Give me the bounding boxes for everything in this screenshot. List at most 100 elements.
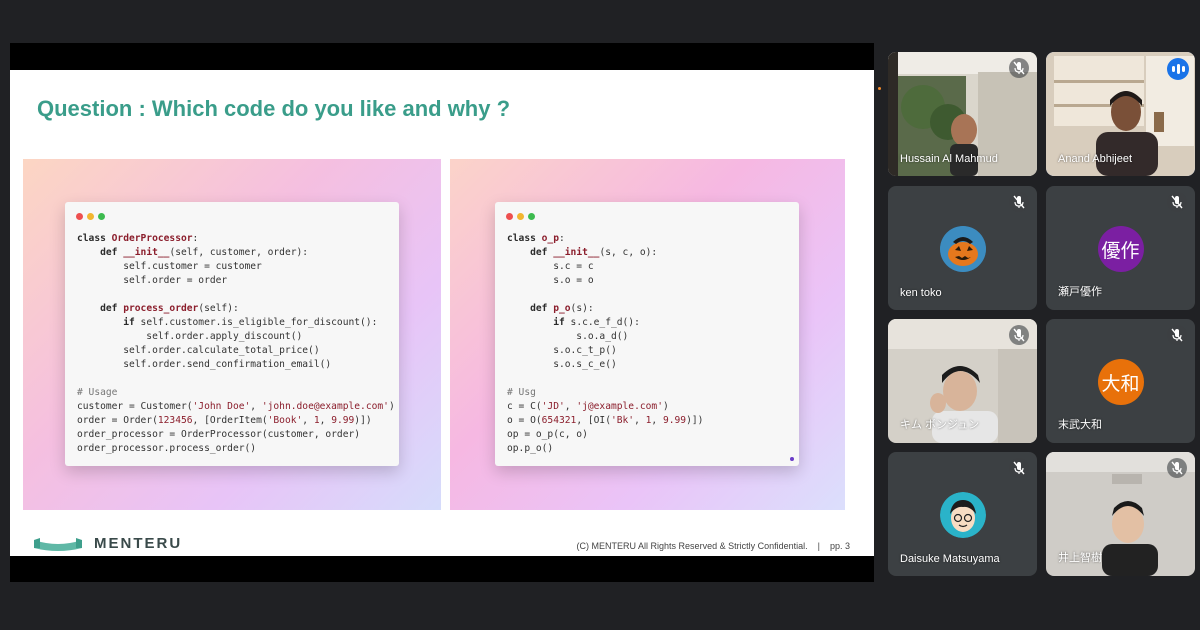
code-token: p_o — [553, 303, 571, 314]
code-panel-left: class OrderProcessor: def __init__(self,… — [23, 159, 441, 510]
code-token: ) — [662, 401, 669, 412]
code-token: self.order.send_confirmation_email() — [77, 359, 332, 370]
code-token: process_order — [123, 303, 199, 314]
code-token: , — [302, 415, 314, 426]
code-token: order_processor.process_order() — [77, 443, 257, 454]
code-token: , — [634, 415, 646, 426]
participant-name: 瀬戸優作 — [1058, 286, 1102, 298]
mic-off-icon — [1013, 461, 1025, 475]
code-line: order = Order(123456, [OrderItem('Book',… — [77, 414, 395, 428]
participant-tile-ken[interactable]: ken toko — [888, 186, 1037, 310]
minimize-dot-icon — [87, 213, 94, 220]
mic-off-icon — [1013, 61, 1025, 75]
code-token: if — [507, 317, 571, 328]
code-token: s.o.a_d() — [507, 331, 629, 342]
participant-name: 井上智樹 — [1058, 552, 1102, 564]
code-line: if s.c.e_f_d(): — [507, 316, 703, 330]
logo-text: MENTERU — [94, 535, 183, 552]
code-line: # Usg — [507, 386, 703, 400]
code-token: , [OI( — [576, 415, 611, 426]
code-token: __init__ — [553, 247, 600, 258]
code-line: def process_order(self): — [77, 302, 395, 316]
maximize-dot-icon — [98, 213, 105, 220]
code-line: op.p_o() — [507, 442, 703, 456]
code-token: # Usg — [507, 387, 536, 398]
participant-tile-daisuke[interactable]: Daisuke Matsuyama — [888, 452, 1037, 576]
code-token: 'JD' — [541, 401, 565, 412]
code-token: o = O( — [507, 415, 542, 426]
code-token: (s, c, o): — [599, 247, 658, 258]
code-line: customer = Customer('John Doe', 'john.do… — [77, 400, 395, 414]
code-line: s.c = c — [507, 260, 703, 274]
menteru-logo-icon — [34, 537, 82, 551]
code-line: if self.customer.is_eligible_for_discoun… — [77, 316, 395, 330]
close-dot-icon — [506, 213, 513, 220]
code-token: if — [77, 317, 141, 328]
participant-tile-anand[interactable]: Anand Abhijeet — [1046, 52, 1195, 176]
code-token: class — [507, 233, 542, 244]
code-line: def p_o(s): — [507, 302, 703, 316]
mic-off-icon — [1013, 195, 1025, 209]
code-token: 'john.doe@example.com' — [261, 401, 389, 412]
code-token: op = o_p(c, o) — [507, 429, 588, 440]
code-token: def — [507, 247, 554, 258]
slide-footer: (C) MENTERU All Rights Reserved & Strict… — [577, 541, 850, 551]
participant-tile-inoue[interactable]: 井上智樹 — [1046, 452, 1195, 576]
code-line: o = O(654321, [OI('Bk', 1, 9.99)]) — [507, 414, 703, 428]
code-token: s.c.e_f_d(): — [570, 317, 640, 328]
participant-name: Anand Abhijeet — [1058, 153, 1133, 165]
code-panel-right: class o_p: def __init__(s, c, o): s.c = … — [450, 159, 845, 510]
code-token: self.order.calculate_total_price() — [77, 345, 320, 356]
code-token: class — [77, 233, 112, 244]
code-token: 9.99 — [662, 415, 687, 426]
mic-off-icon — [1013, 328, 1025, 342]
code-token: 123456 — [157, 415, 193, 426]
presenting-indicator-icon — [878, 87, 881, 90]
participant-name: Daisuke Matsuyama — [900, 553, 1000, 565]
code-token: , [OrderItem( — [192, 415, 268, 426]
code-token: 'Book' — [267, 415, 303, 426]
window-controls — [506, 213, 535, 220]
code-token: 654321 — [541, 415, 577, 426]
code-token: , — [651, 415, 663, 426]
code-window-right: class o_p: def __init__(s, c, o): s.c = … — [495, 202, 799, 466]
mic-off-icon — [1171, 461, 1183, 475]
code-token: self.customer = customer — [77, 261, 262, 272]
slide: Question : Which code do you like and wh… — [10, 70, 874, 556]
cartoon-face-avatar-icon — [939, 492, 986, 538]
code-line: def __init__(s, c, o): — [507, 246, 703, 260]
speaking-indicator-icon — [1167, 58, 1189, 80]
code-line: # Usage — [77, 386, 395, 400]
code-line: def __init__(self, customer, order): — [77, 246, 395, 260]
code-token: )]) — [354, 415, 372, 426]
code-token: s.o.s_c_e() — [507, 359, 617, 370]
code-line: self.order.apply_discount() — [77, 330, 395, 344]
code-token: self.order.apply_discount() — [77, 331, 303, 342]
participant-tile-suetake[interactable]: 大和 末武大和 — [1046, 319, 1195, 443]
participant-tile-kim[interactable]: キム ボンジュン — [888, 319, 1037, 443]
participant-tile-hussain[interactable]: Hussain Al Mahmud — [888, 52, 1037, 176]
pumpkin-avatar-icon — [939, 226, 986, 272]
code-line: self.order.calculate_total_price() — [77, 344, 395, 358]
code-token: (s): — [570, 303, 594, 314]
participant-tile-seto[interactable]: 優作 瀬戸優作 — [1046, 186, 1195, 310]
mic-off-icon — [1171, 328, 1183, 342]
code-line: s.o = o — [507, 274, 703, 288]
code-token: 9.99 — [331, 415, 355, 426]
code-token: , — [319, 415, 332, 426]
code-token: (self): — [198, 303, 239, 314]
cursor-dot-icon — [790, 457, 794, 461]
code-token: order_processor = OrderProcessor(custome… — [77, 429, 361, 440]
menteru-logo: MENTERU — [32, 535, 182, 552]
code-line: order_processor.process_order() — [77, 442, 395, 456]
code-line: order_processor = OrderProcessor(custome… — [77, 428, 395, 442]
code-line: self.order.send_confirmation_email() — [77, 358, 395, 372]
code-line: self.customer = customer — [77, 260, 395, 274]
code-block-right: class o_p: def __init__(s, c, o): s.c = … — [507, 232, 703, 456]
initials-avatar: 優作 — [1097, 226, 1144, 272]
code-token: OrderProcessor — [111, 233, 193, 244]
